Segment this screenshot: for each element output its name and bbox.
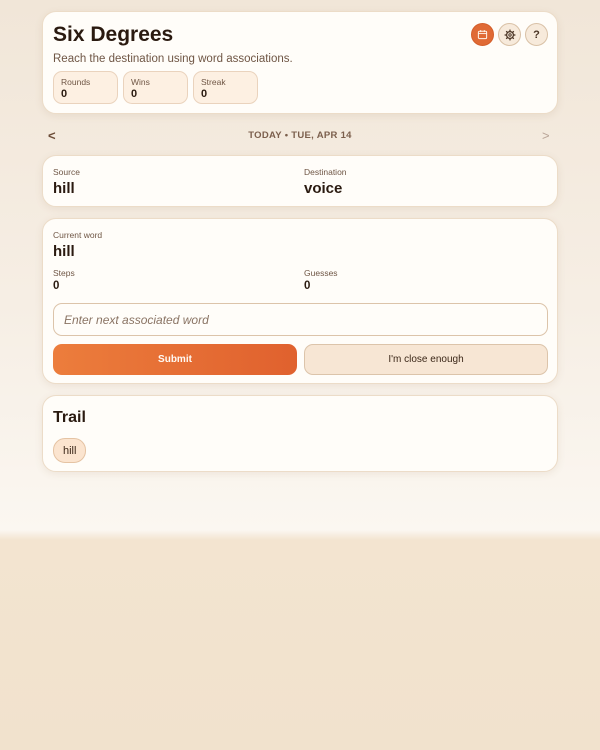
destination-word: voice xyxy=(304,180,343,197)
trail-card: Trail hill xyxy=(42,395,558,472)
submit-button[interactable]: Submit xyxy=(53,344,297,375)
current-word-label: Current word xyxy=(53,230,103,240)
destination-label: Destination xyxy=(304,167,347,177)
stat-label: Streak xyxy=(201,77,226,87)
source-word: hill xyxy=(53,180,75,197)
source-label: Source xyxy=(53,167,80,177)
guesses-value: 0 xyxy=(304,280,311,292)
route-card: Source hill Destination voice xyxy=(42,155,558,207)
play-card: Current word hill Steps 0 Guesses 0 Subm… xyxy=(42,218,558,384)
settings-button[interactable] xyxy=(498,23,521,46)
stat-wins: Wins 0 xyxy=(123,71,188,104)
stat-rounds: Rounds 0 xyxy=(53,71,118,104)
guesses-label: Guesses xyxy=(304,268,338,278)
app-title: Six Degrees xyxy=(53,23,174,46)
next-word-input[interactable] xyxy=(53,303,548,336)
steps-label: Steps xyxy=(53,268,75,278)
stat-value: 0 xyxy=(201,88,208,100)
current-date-label: TODAY • TUE, APR 14 xyxy=(248,130,352,141)
next-day-button[interactable]: > xyxy=(542,128,550,143)
close-enough-button[interactable]: I'm close enough xyxy=(304,344,548,375)
header-card: Six Degrees Reach the destination using … xyxy=(42,11,558,114)
stat-label: Rounds xyxy=(61,77,91,87)
stat-value: 0 xyxy=(61,88,68,100)
app-subtitle: Reach the destination using word associa… xyxy=(53,53,293,65)
steps-value: 0 xyxy=(53,280,60,292)
trail-word-chip: hill xyxy=(53,438,87,463)
stat-label: Wins xyxy=(131,77,150,87)
current-word: hill xyxy=(53,243,75,260)
calendar-button[interactable] xyxy=(471,23,494,46)
trail-title: Trail xyxy=(53,409,86,426)
stat-value: 0 xyxy=(131,88,138,100)
help-button[interactable]: ? xyxy=(525,23,548,46)
stat-streak: Streak 0 xyxy=(193,71,258,104)
help-icon: ? xyxy=(533,28,540,41)
gear-icon xyxy=(504,29,515,40)
calendar-icon xyxy=(477,30,488,40)
